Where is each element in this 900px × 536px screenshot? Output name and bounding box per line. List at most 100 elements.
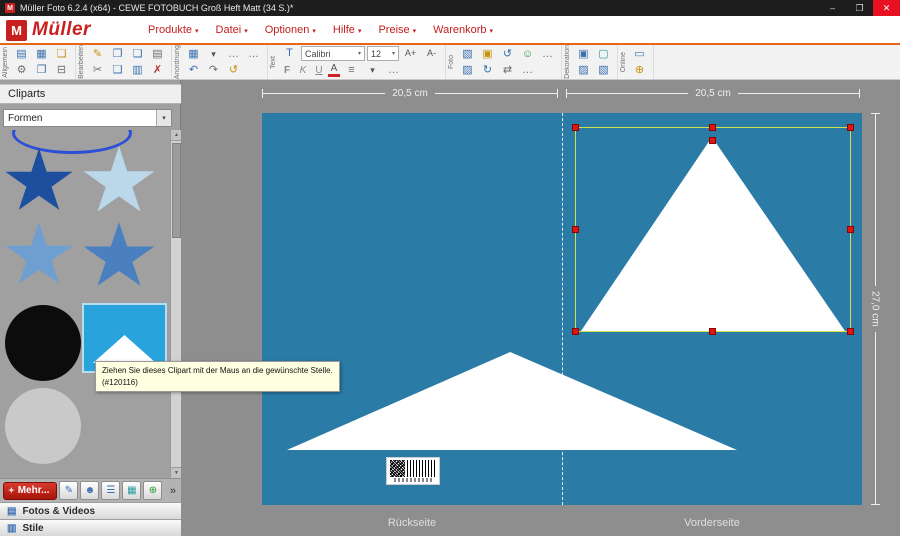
text-more-button[interactable]: …: [384, 63, 403, 79]
print-icon[interactable]: ⊟: [52, 62, 71, 78]
expand-chevron-icon[interactable]: »: [170, 485, 178, 497]
group-label-dekoration: Dekoration: [564, 45, 571, 79]
ellipse-outline-clipart[interactable]: [12, 130, 132, 154]
group-label-allgemein: Allgemein: [2, 47, 9, 78]
star-clipart-steel-blue[interactable]: [82, 222, 156, 292]
close-button[interactable]: ✕: [873, 0, 900, 16]
maximize-button[interactable]: ❐: [846, 0, 873, 16]
triangle-object-back-page[interactable]: [287, 352, 737, 450]
font-family-select[interactable]: Calibri ▾: [301, 46, 365, 61]
minimize-button[interactable]: –: [819, 0, 846, 16]
chevron-down-icon[interactable]: ▾: [363, 63, 382, 79]
toolbar-group-anordnung: Anordnung ▦ ↶ ▾ ↷ … ↺ …: [172, 45, 268, 79]
draw-tools-icon[interactable]: ✎: [59, 481, 78, 500]
italic-button[interactable]: K: [296, 65, 310, 76]
page-spread[interactable]: [262, 113, 862, 505]
notes-icon[interactable]: ▤: [148, 46, 167, 62]
swap-icon[interactable]: ⇄: [498, 62, 517, 78]
resize-handle-bottom-center[interactable]: [709, 328, 716, 335]
brand-logo[interactable]: M Müller: [6, 18, 91, 42]
more-icon[interactable]: …: [224, 46, 243, 62]
resize-handle-middle-left[interactable]: [572, 226, 579, 233]
chevron-down-icon: ▾: [156, 110, 171, 126]
photo-stack-icon[interactable]: ▤: [12, 46, 31, 62]
scroll-down-button[interactable]: ▼: [171, 467, 181, 478]
menu-hilfe[interactable]: Hilfe▾: [333, 24, 362, 36]
textbox-icon[interactable]: T: [280, 46, 299, 62]
resize-handle-bottom-left[interactable]: [572, 328, 579, 335]
resize-handle-middle-right[interactable]: [847, 226, 854, 233]
apex-handle[interactable]: [709, 137, 716, 144]
font-size-select[interactable]: 12 ▾: [367, 46, 399, 61]
resize-handle-top-center[interactable]: [709, 124, 716, 131]
underline-button[interactable]: U: [312, 65, 326, 76]
border-icon[interactable]: ▢: [594, 46, 613, 62]
bold-button[interactable]: F: [280, 65, 294, 76]
pattern-icon[interactable]: ▨: [574, 62, 593, 78]
grow-font-button[interactable]: A+: [401, 46, 420, 62]
circle-clipart-black[interactable]: [5, 305, 81, 381]
menu-produkte[interactable]: Produkte▾: [148, 24, 199, 36]
allgemein-icons: ▤ ⚙ ▦ ❐ ❏ ⊟: [12, 46, 71, 78]
pages-grid-icon[interactable]: ▦: [184, 46, 203, 62]
rotate-left-icon[interactable]: ↺: [498, 46, 517, 62]
paste-icon[interactable]: ❏: [128, 46, 147, 62]
menu-preise[interactable]: Preise▾: [378, 24, 416, 36]
mehr-button[interactable]: ✦ Mehr...: [3, 482, 57, 500]
people-icon[interactable]: ☻: [80, 481, 99, 500]
photo-frame-icon[interactable]: ▣: [478, 46, 497, 62]
circle-clipart-gray[interactable]: [5, 388, 81, 464]
chevron-down-icon: ▾: [413, 27, 417, 35]
overflow-icon[interactable]: …: [518, 62, 537, 78]
undo-dropdown-icon[interactable]: ▾: [204, 46, 223, 62]
panel-fotos-videos[interactable]: ▤ Fotos & Videos: [0, 502, 181, 519]
panel-stile[interactable]: ▥ Stile: [0, 519, 181, 536]
clipart-tooltip: Ziehen Sie dieses Clipart mit der Maus a…: [95, 361, 340, 392]
history-icon[interactable]: ↺: [224, 62, 243, 78]
delete-icon[interactable]: ✗: [148, 62, 167, 78]
shrink-font-button[interactable]: A-: [422, 46, 441, 62]
rotate-right-icon[interactable]: ↻: [478, 62, 497, 78]
star-clipart-pale-blue[interactable]: [82, 146, 156, 218]
resize-handle-top-left[interactable]: [572, 124, 579, 131]
mask-icon[interactable]: ▧: [594, 62, 613, 78]
clipart-scrollbar[interactable]: ▲ ▼: [170, 130, 181, 478]
layout-icon[interactable]: ❐: [32, 62, 51, 78]
globe-icon[interactable]: ⊕: [630, 62, 649, 78]
grid-icon[interactable]: ▦: [32, 46, 51, 62]
photo-fill-icon[interactable]: ▨: [458, 62, 477, 78]
font-color-button[interactable]: A: [328, 64, 340, 77]
photo-edit-icon[interactable]: ▧: [458, 46, 477, 62]
list-icon[interactable]: ☰: [101, 481, 120, 500]
edit-pencil-icon[interactable]: ✎: [88, 46, 107, 62]
folder-icon[interactable]: ❏: [52, 46, 71, 62]
duplicate-icon[interactable]: ❑: [108, 62, 127, 78]
resize-handle-top-right[interactable]: [847, 124, 854, 131]
cut-icon[interactable]: ✂: [88, 62, 107, 78]
settings-gear-icon[interactable]: ⚙: [12, 62, 31, 78]
menu-warenkorb[interactable]: Warenkorb▾: [433, 24, 493, 36]
more-icon[interactable]: …: [538, 46, 557, 62]
ruler-line: [738, 93, 859, 94]
selection-box[interactable]: [575, 127, 851, 332]
scroll-up-button[interactable]: ▲: [171, 130, 181, 141]
monitor-icon[interactable]: ▭: [630, 46, 649, 62]
smiley-icon[interactable]: ☺: [518, 46, 537, 62]
calendar-icon[interactable]: ▦: [122, 481, 141, 500]
copy-icon[interactable]: ❐: [108, 46, 127, 62]
undo-icon[interactable]: ↶: [184, 62, 203, 78]
redo-icon[interactable]: ↷: [204, 62, 223, 78]
star-clipart-medium-blue[interactable]: [4, 222, 74, 290]
resize-handle-bottom-right[interactable]: [847, 328, 854, 335]
clipboard-icon[interactable]: ▥: [128, 62, 147, 78]
globe-icon[interactable]: ⊕: [143, 481, 162, 500]
star-clipart-dark-blue[interactable]: [4, 148, 74, 216]
overflow-icon[interactable]: …: [244, 46, 263, 62]
align-button[interactable]: ≡: [342, 63, 361, 79]
scrollbar-thumb[interactable]: [172, 143, 181, 238]
group-label-text: Text: [270, 56, 277, 69]
menu-datei[interactable]: Datei▾: [216, 24, 248, 36]
frame-icon[interactable]: ▣: [574, 46, 593, 62]
menu-optionen[interactable]: Optionen▾: [265, 24, 316, 36]
clipart-category-select[interactable]: Formen ▾: [3, 109, 172, 127]
